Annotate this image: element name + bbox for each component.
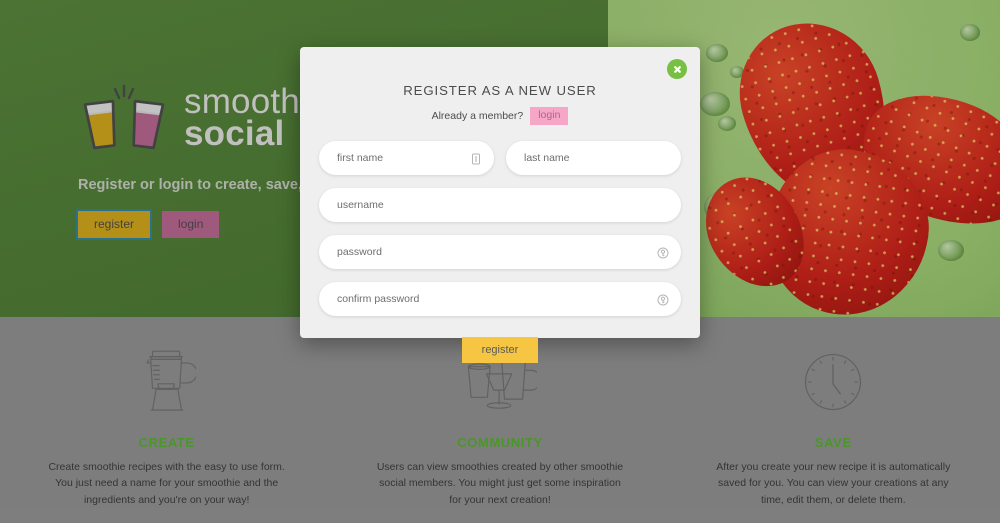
feature-text: Users can view smoothies created by othe… — [376, 461, 624, 506]
password-input[interactable] — [319, 234, 681, 269]
feature-title: SAVE — [814, 435, 852, 450]
page-root: smoothie social Register or login to cre… — [0, 0, 1000, 523]
feature-create: CREATE Create smoothie recipes with the … — [0, 317, 333, 523]
register-form: register — [300, 140, 700, 363]
feature-title: COMMUNITY — [457, 435, 543, 450]
username-row — [319, 187, 681, 222]
last-name-input[interactable] — [506, 140, 681, 175]
modal-title: REGISTER AS A NEW USER — [403, 83, 597, 98]
photo-bubble — [718, 116, 736, 131]
modal-login-link[interactable]: login — [530, 107, 569, 125]
confirm-password-row — [319, 281, 681, 316]
register-modal: REGISTER AS A NEW USER Already a member?… — [300, 47, 700, 363]
first-name-field — [319, 140, 494, 175]
clock-icon — [667, 343, 1000, 421]
feature-save: SAVE After you create your new recipe it… — [667, 317, 1000, 523]
confirm-password-field — [319, 281, 681, 316]
modal-subtitle: Already a member? login — [300, 107, 700, 125]
hero-register-button[interactable]: register — [75, 209, 153, 241]
already-member-label: Already a member? — [431, 109, 524, 122]
brand-name-line2: social — [184, 114, 285, 153]
first-name-input[interactable] — [319, 140, 494, 175]
confirm-password-input[interactable] — [319, 281, 681, 316]
blender-icon — [0, 343, 333, 421]
register-submit-button[interactable]: register — [461, 336, 539, 363]
username-field — [319, 187, 681, 222]
feature-text: Create smoothie recipes with the easy to… — [48, 461, 285, 506]
photo-bubble — [706, 44, 728, 62]
username-input[interactable] — [319, 187, 681, 222]
photo-bubble — [960, 24, 980, 41]
photo-bubble — [938, 240, 964, 261]
close-icon[interactable] — [667, 59, 687, 79]
name-row — [319, 140, 681, 175]
feature-title: CREATE — [138, 435, 195, 450]
hero-login-button[interactable]: login — [162, 211, 220, 239]
two-clinking-glasses-icon — [78, 82, 170, 154]
password-row — [319, 234, 681, 269]
submit-row: register — [319, 336, 681, 363]
feature-text: After you create your new recipe it is a… — [716, 461, 951, 506]
password-field — [319, 234, 681, 269]
last-name-field — [506, 140, 681, 175]
photo-bubble — [700, 92, 730, 116]
